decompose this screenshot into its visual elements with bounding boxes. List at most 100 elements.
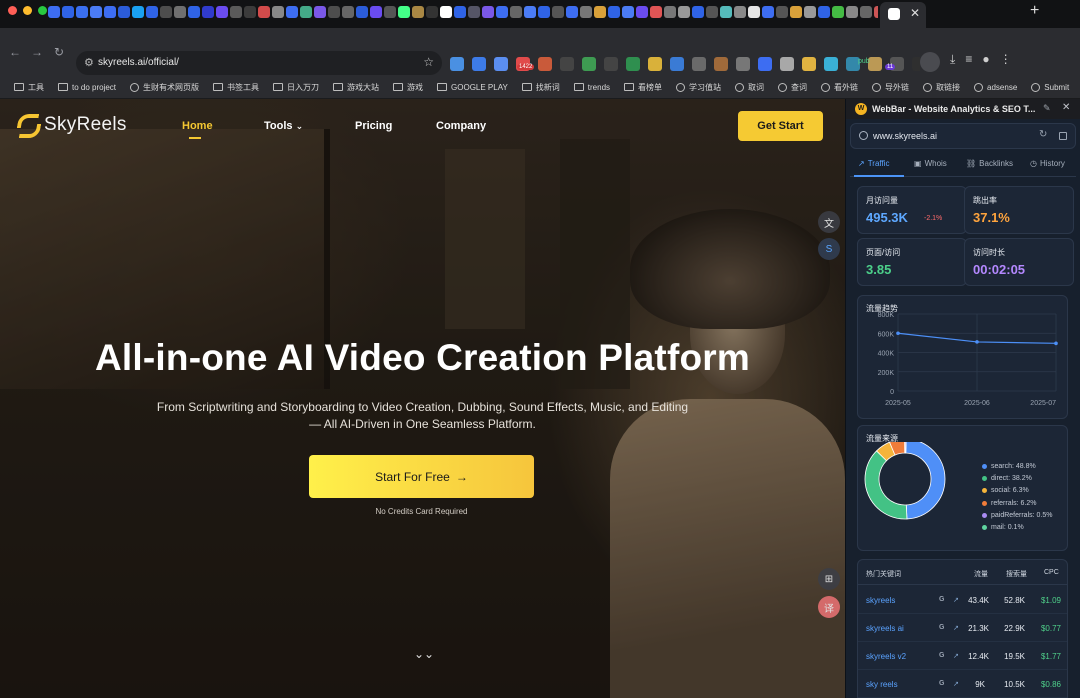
pin-icon[interactable]: ✎ — [1043, 103, 1051, 114]
pinned-tab-icon[interactable] — [90, 6, 102, 18]
menu-icon[interactable]: ⋮ — [1000, 52, 1012, 72]
pinned-tab-icon[interactable] — [720, 6, 732, 18]
pinned-tab-icon[interactable] — [48, 6, 60, 18]
site-info-icon[interactable]: ⚙ — [84, 56, 94, 69]
pinned-tab-icon[interactable] — [132, 6, 144, 18]
trend-icon[interactable]: ↗ — [953, 624, 959, 632]
pinned-tab-icon[interactable] — [76, 6, 88, 18]
extension-icon[interactable] — [736, 57, 750, 71]
donut-slice-search[interactable] — [905, 442, 946, 520]
bookmark-item[interactable]: GOOGLE PLAY — [437, 83, 508, 92]
keyword-text[interactable]: skyreels — [866, 596, 895, 605]
pinned-tab-icon[interactable] — [356, 6, 368, 18]
trend-icon[interactable]: ↗ — [953, 652, 959, 660]
tab-traffic[interactable]: ↗ Traffic — [853, 159, 905, 177]
pinned-tab-icon[interactable] — [272, 6, 284, 18]
skyreels-assist-icon[interactable]: S — [818, 238, 840, 260]
nav-tools[interactable]: Tools ⌄ — [264, 120, 303, 132]
pinned-tab-icon[interactable] — [678, 6, 690, 18]
bookmark-item[interactable]: 生财有术网页版 — [130, 82, 199, 93]
nav-pricing[interactable]: Pricing — [355, 120, 392, 132]
bookmark-item[interactable]: 日入万刀 — [273, 82, 319, 93]
extension-icon[interactable] — [626, 57, 640, 71]
pinned-tab-icon[interactable] — [398, 6, 410, 18]
grid-tools-icon[interactable]: ⊞ — [818, 568, 840, 590]
extension-icon[interactable] — [472, 57, 486, 71]
reading-list-icon[interactable]: ≡ — [965, 52, 972, 72]
bookmark-item[interactable]: 游戏大站 — [333, 82, 379, 93]
address-bar[interactable]: ⚙ skyreels.ai/official/ ☆ — [76, 51, 442, 75]
new-tab-icon[interactable]: + — [1030, 2, 1039, 20]
pinned-tab-icon[interactable] — [832, 6, 844, 18]
tab-backlinks[interactable]: ⛓ Backlinks — [966, 159, 1013, 168]
pinned-tab-icon[interactable] — [118, 6, 130, 18]
pinned-tab-icon[interactable] — [692, 6, 704, 18]
extension-icon[interactable] — [824, 57, 838, 71]
extension-icon[interactable] — [560, 57, 574, 71]
translate-icon[interactable]: 文 — [818, 211, 840, 233]
nav-company[interactable]: Company — [436, 120, 486, 132]
pinned-tab-icon[interactable] — [790, 6, 802, 18]
back-icon[interactable]: ← — [9, 45, 21, 59]
download-icon[interactable]: ⤓ — [950, 52, 955, 72]
pinned-tabs[interactable] — [48, 4, 878, 20]
url-text[interactable]: skyreels.ai/official/ — [98, 57, 179, 68]
trend-icon[interactable]: ↗ — [953, 680, 959, 688]
active-tab[interactable]: ✕ — [880, 2, 926, 28]
pinned-tab-icon[interactable] — [566, 6, 578, 18]
side-panel-icon[interactable] — [920, 52, 940, 72]
pinned-tab-icon[interactable] — [482, 6, 494, 18]
nav-home[interactable]: Home — [182, 120, 213, 139]
extension-icon[interactable] — [450, 57, 464, 71]
extension-icon[interactable] — [582, 57, 596, 71]
pinned-tab-icon[interactable] — [552, 6, 564, 18]
pinned-tab-icon[interactable] — [258, 6, 270, 18]
brand-logo[interactable]: SkyReels — [18, 114, 127, 136]
pinned-tab-icon[interactable] — [454, 6, 466, 18]
pinned-tab-icon[interactable] — [860, 6, 872, 18]
pinned-tab-icon[interactable] — [426, 6, 438, 18]
bookmark-item[interactable]: 学习值站 — [676, 82, 721, 93]
minimize-window-icon[interactable] — [23, 6, 32, 15]
scroll-down-icon[interactable]: ⌄⌄ — [414, 647, 434, 661]
extension-icon[interactable] — [692, 57, 706, 71]
trend-point[interactable] — [1054, 341, 1058, 346]
google-icon[interactable]: G — [939, 596, 944, 603]
bookmark-item[interactable]: 取链接 — [923, 82, 960, 93]
donut-slice-direct[interactable] — [864, 450, 908, 520]
refresh-icon[interactable]: ↻ — [1039, 129, 1047, 140]
pinned-tab-icon[interactable] — [580, 6, 592, 18]
profile-avatar-icon[interactable]: ● — [982, 52, 989, 72]
bookmark-item[interactable]: trends — [573, 83, 610, 92]
google-icon[interactable]: G — [939, 624, 944, 631]
pinned-tab-icon[interactable] — [496, 6, 508, 18]
pinned-tab-icon[interactable] — [202, 6, 214, 18]
close-window-icon[interactable] — [8, 6, 17, 15]
bookmark-item[interactable]: 书签工具 — [213, 82, 259, 93]
pinned-tab-icon[interactable] — [174, 6, 186, 18]
reload-icon[interactable]: ↻ — [54, 45, 64, 59]
bookmark-item[interactable]: 游戏 — [393, 82, 423, 93]
pinned-tab-icon[interactable] — [804, 6, 816, 18]
keyword-row[interactable]: skyreels ai G ↗ 21.3K 22.9K $0.77 — [858, 614, 1067, 642]
bookmark-item[interactable]: 查词 — [778, 82, 807, 93]
pinned-tab-icon[interactable] — [104, 6, 116, 18]
pinned-tab-icon[interactable] — [846, 6, 858, 18]
pinned-tab-icon[interactable] — [188, 6, 200, 18]
tab-history[interactable]: ◷ History — [1030, 159, 1065, 168]
pinned-tab-icon[interactable] — [636, 6, 648, 18]
bookmark-star-icon[interactable]: ☆ — [423, 55, 434, 69]
extension-icon[interactable] — [648, 57, 662, 71]
pinned-tab-icon[interactable] — [160, 6, 172, 18]
extension-icon[interactable] — [714, 57, 728, 71]
donut-slice-mail[interactable] — [905, 442, 907, 454]
pinned-tab-icon[interactable] — [286, 6, 298, 18]
pinned-tab-icon[interactable] — [524, 6, 536, 18]
pinned-tab-icon[interactable] — [622, 6, 634, 18]
bookmark-item[interactable]: adsense — [974, 82, 1017, 92]
close-panel-icon[interactable]: ✕ — [1062, 102, 1070, 113]
pinned-tab-icon[interactable] — [146, 6, 158, 18]
keyword-text[interactable]: skyreels v2 — [866, 652, 906, 661]
maximize-window-icon[interactable] — [38, 6, 47, 15]
pinned-tab-icon[interactable] — [468, 6, 480, 18]
